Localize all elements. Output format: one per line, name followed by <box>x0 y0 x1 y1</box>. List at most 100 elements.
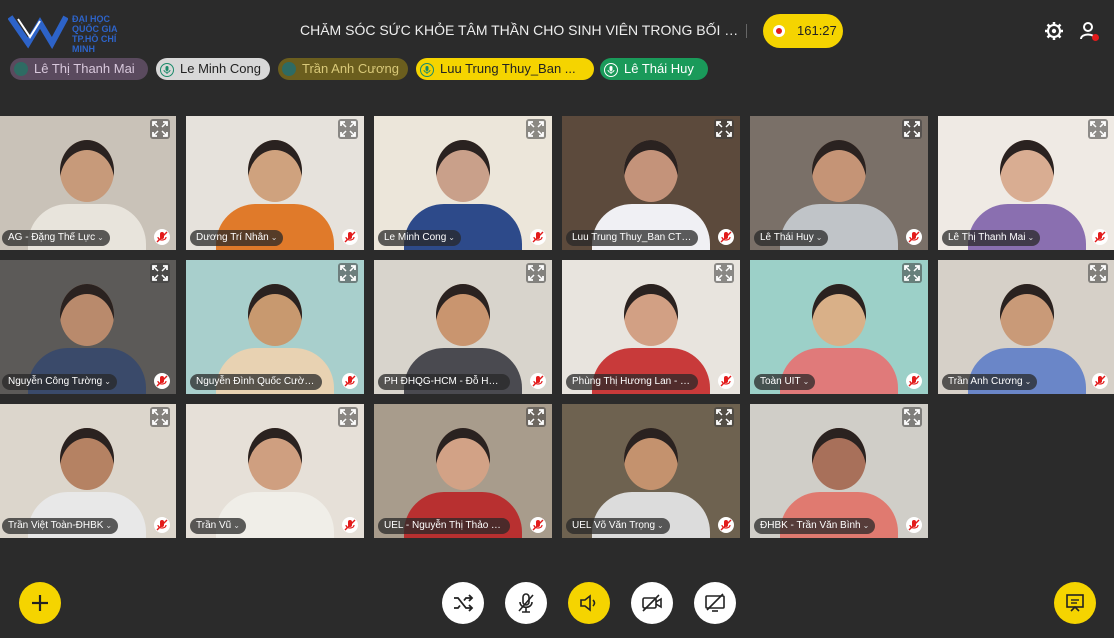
muted-icon <box>718 373 734 389</box>
participant-name[interactable]: ĐHBK - Trần Văn Bình ⌄ <box>754 518 876 534</box>
participant-name[interactable]: UEL Võ Văn Trọng ⌄ <box>566 518 670 534</box>
expand-icon <box>904 265 920 281</box>
chevron-down-icon: ⌄ <box>815 233 823 242</box>
chevron-down-icon: ⌄ <box>233 521 240 530</box>
expand-button[interactable] <box>714 407 734 427</box>
participant-name[interactable]: Trần Anh Cương ⌄ <box>942 374 1038 390</box>
muted-icon <box>906 229 922 245</box>
participant-name[interactable]: Toàn UIT ⌄ <box>754 374 816 390</box>
participant-name-text: UEL Võ Văn Trọng <box>572 520 656 531</box>
expand-button[interactable] <box>526 119 546 139</box>
recording-timer[interactable]: 161:27 <box>763 14 843 48</box>
participant-face <box>248 140 302 202</box>
participant-name[interactable]: Dương Trí Nhân ⌄ <box>190 230 284 246</box>
video-tile[interactable]: UEL Võ Văn Trọng ⌄ <box>562 404 740 538</box>
video-tile[interactable]: Lê Thái Huy ⌄ <box>750 116 928 250</box>
participant-name-text: Lê Thị Thanh Mai <box>948 232 1026 243</box>
expand-button[interactable] <box>526 407 546 427</box>
expand-button[interactable] <box>338 263 358 283</box>
dot-icon <box>282 62 296 76</box>
expand-button[interactable] <box>902 407 922 427</box>
video-tile[interactable]: UEL - Nguyễn Thị Thảo Tr...⌄ <box>374 404 552 538</box>
participant-face <box>1000 140 1054 202</box>
participant-face <box>60 140 114 202</box>
video-tile[interactable]: Dương Trí Nhân ⌄ <box>186 116 364 250</box>
participant-name[interactable]: Le Minh Cong ⌄ <box>378 230 461 246</box>
video-tile[interactable]: Trần Anh Cương ⌄ <box>938 260 1114 394</box>
video-tile[interactable]: Lê Thị Thanh Mai ⌄ <box>938 116 1114 250</box>
video-tile[interactable]: Trần Vũ ⌄ <box>186 404 364 538</box>
meeting-title: CHĂM SÓC SỨC KHỎE TÂM THẦN CHO SINH VIÊN… <box>300 22 740 38</box>
settings-button[interactable] <box>1043 20 1065 42</box>
expand-button[interactable] <box>902 119 922 139</box>
mic-off-icon <box>518 593 534 613</box>
expand-button[interactable] <box>714 119 734 139</box>
expand-button[interactable] <box>1088 263 1108 283</box>
expand-button[interactable] <box>526 263 546 283</box>
video-tile[interactable]: Nguyễn Công Tường ⌄ <box>0 260 176 394</box>
chat-button[interactable] <box>1054 582 1096 624</box>
muted-icon <box>530 373 546 389</box>
top-bar: ĐẠI HỌC QUỐC GIA TP.HỒ CHÍ MINH CHĂM SÓC… <box>0 0 1114 60</box>
expand-icon <box>528 121 544 137</box>
participant-name[interactable]: Nguyễn Đình Quốc Cường⌄ <box>190 374 322 390</box>
expand-button[interactable] <box>902 263 922 283</box>
participant-face <box>624 140 678 202</box>
muted-icon <box>530 229 546 245</box>
video-tile[interactable]: Toàn UIT ⌄ <box>750 260 928 394</box>
speaker-chip[interactable]: Trần Anh Cương <box>278 58 408 80</box>
logo-text: ĐẠI HỌC QUỐC GIA TP.HỒ CHÍ MINH <box>72 14 118 54</box>
video-tile[interactable]: Nguyễn Đình Quốc Cường⌄ <box>186 260 364 394</box>
video-tile[interactable]: AG - Đặng Thế Lực ⌄ <box>0 116 176 250</box>
speaker-chip[interactable]: Lê Thái Huy <box>600 58 708 80</box>
screen-share-button[interactable] <box>694 582 736 624</box>
video-tile[interactable]: Le Minh Cong ⌄ <box>374 116 552 250</box>
expand-button[interactable] <box>150 119 170 139</box>
muted-icon <box>154 229 170 245</box>
expand-button[interactable] <box>150 263 170 283</box>
participant-name[interactable]: Trần Vũ ⌄ <box>190 518 246 534</box>
microphone-button[interactable] <box>505 582 547 624</box>
participant-name[interactable]: Luu Trung Thuy_Ban CTSV⌄ <box>566 230 698 246</box>
expand-icon <box>716 121 732 137</box>
participant-face <box>436 284 490 346</box>
speaker-chip[interactable]: Le Minh Cong <box>156 58 270 80</box>
expand-button[interactable] <box>714 263 734 283</box>
video-tile[interactable]: Luu Trung Thuy_Ban CTSV⌄ <box>562 116 740 250</box>
participant-name[interactable]: Lê Thái Huy ⌄ <box>754 230 829 246</box>
camera-button[interactable] <box>631 582 673 624</box>
participant-name[interactable]: UEL - Nguyễn Thị Thảo Tr...⌄ <box>378 518 510 534</box>
expand-button[interactable] <box>338 407 358 427</box>
add-button[interactable] <box>19 582 61 624</box>
expand-button[interactable] <box>338 119 358 139</box>
divider <box>746 24 747 38</box>
chevron-down-icon: ⌄ <box>657 521 664 530</box>
speaker-icon <box>580 594 596 612</box>
participant-face <box>624 284 678 346</box>
speaker-button[interactable] <box>568 582 610 624</box>
expand-button[interactable] <box>150 407 170 427</box>
participant-name[interactable]: Trần Việt Toàn-ĐHBK ⌄ <box>2 518 119 534</box>
speaker-chip[interactable]: Lê Thị Thanh Mai <box>10 58 148 80</box>
speaker-name: Le Minh Cong <box>180 61 261 76</box>
participant-name-text: Nguyễn Công Tường <box>8 376 103 387</box>
video-tile[interactable]: Phùng Thị Hương Lan - TT...⌄ <box>562 260 740 394</box>
shuffle-button[interactable] <box>442 582 484 624</box>
video-tile[interactable]: Trần Việt Toàn-ĐHBK ⌄ <box>0 404 176 538</box>
participant-name[interactable]: Phùng Thị Hương Lan - TT...⌄ <box>566 374 698 390</box>
participant-name[interactable]: Nguyễn Công Tường ⌄ <box>2 374 117 390</box>
expand-icon <box>528 265 544 281</box>
muted-icon <box>1092 229 1108 245</box>
participant-face <box>812 428 866 490</box>
speaker-chip[interactable]: Luu Trung Thuy_Ban ... <box>416 58 594 80</box>
muted-icon <box>718 229 734 245</box>
muted-icon <box>906 517 922 533</box>
expand-button[interactable] <box>1088 119 1108 139</box>
participants-button[interactable] <box>1078 20 1100 42</box>
video-tile[interactable]: ĐHBK - Trần Văn Bình ⌄ <box>750 404 928 538</box>
video-tile[interactable]: PH ĐHQG-HCM - Đỗ Hoàng...⌄ <box>374 260 552 394</box>
participant-name[interactable]: Lê Thị Thanh Mai ⌄ <box>942 230 1041 246</box>
participant-face <box>436 140 490 202</box>
participant-name[interactable]: AG - Đặng Thế Lực ⌄ <box>2 230 110 246</box>
participant-name[interactable]: PH ĐHQG-HCM - Đỗ Hoàng...⌄ <box>378 374 510 390</box>
